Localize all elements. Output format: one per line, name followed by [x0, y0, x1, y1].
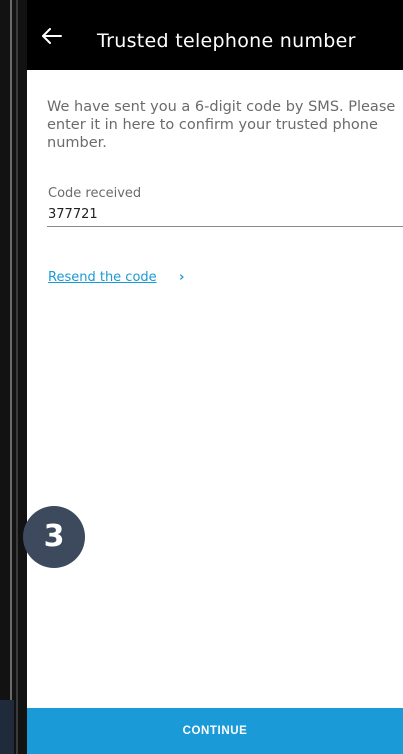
continue-button[interactable]: CONTINUE	[27, 708, 403, 754]
instructions-text: We have sent you a 6-digit code by SMS. …	[47, 99, 396, 151]
step-number-badge: 3	[23, 506, 85, 568]
page-title: Trusted telephone number	[97, 30, 356, 52]
app-screen: Trusted telephone number We have sent yo…	[27, 0, 403, 754]
left-rail-accent	[0, 700, 14, 754]
chevron-right-icon: ›	[179, 270, 185, 285]
code-field-label: Code received	[48, 186, 142, 201]
arrow-left-icon[interactable]	[41, 28, 63, 44]
phone-frame: Trusted telephone number We have sent yo…	[0, 0, 403, 754]
left-rail-inner	[16, 0, 18, 754]
left-rail	[10, 0, 12, 754]
app-bar: Trusted telephone number	[27, 0, 403, 70]
resend-code-link[interactable]: Resend the code	[48, 270, 157, 285]
code-input[interactable]	[47, 203, 403, 227]
left-gutter	[0, 0, 27, 754]
